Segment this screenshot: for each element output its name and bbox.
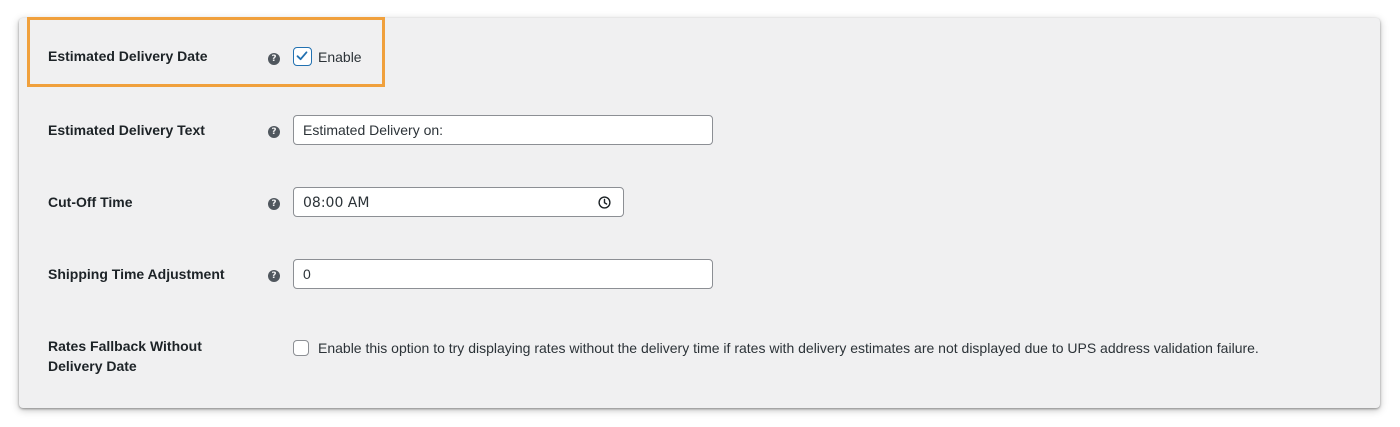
rates-fallback-checkbox[interactable] bbox=[293, 340, 309, 356]
estimated-delivery-text-label: Estimated Delivery Text bbox=[48, 122, 205, 138]
highlight-box bbox=[27, 17, 385, 87]
shipping-time-adjustment-input[interactable]: 0 bbox=[293, 259, 713, 289]
shipping-time-adjustment-label: Shipping Time Adjustment bbox=[48, 266, 225, 282]
cut-off-time-label: Cut-Off Time bbox=[48, 194, 133, 210]
help-icon[interactable]: ? bbox=[268, 270, 280, 282]
rates-fallback-description[interactable]: Enable this option to try displaying rat… bbox=[318, 338, 1259, 358]
clock-icon[interactable] bbox=[598, 196, 611, 209]
cut-off-time-value: 08:00 AM bbox=[303, 195, 370, 211]
shipping-time-adjustment-value: 0 bbox=[303, 266, 311, 282]
help-icon[interactable]: ? bbox=[268, 198, 280, 210]
rates-fallback-label-line1: Rates Fallback Without bbox=[48, 338, 202, 354]
rates-fallback-label-line2: Delivery Date bbox=[48, 358, 137, 374]
help-icon[interactable]: ? bbox=[268, 126, 280, 138]
cut-off-time-input[interactable]: 08:00 AM bbox=[293, 187, 624, 217]
estimated-delivery-text-value: Estimated Delivery on: bbox=[303, 122, 444, 138]
estimated-delivery-text-input[interactable]: Estimated Delivery on: bbox=[293, 115, 713, 145]
